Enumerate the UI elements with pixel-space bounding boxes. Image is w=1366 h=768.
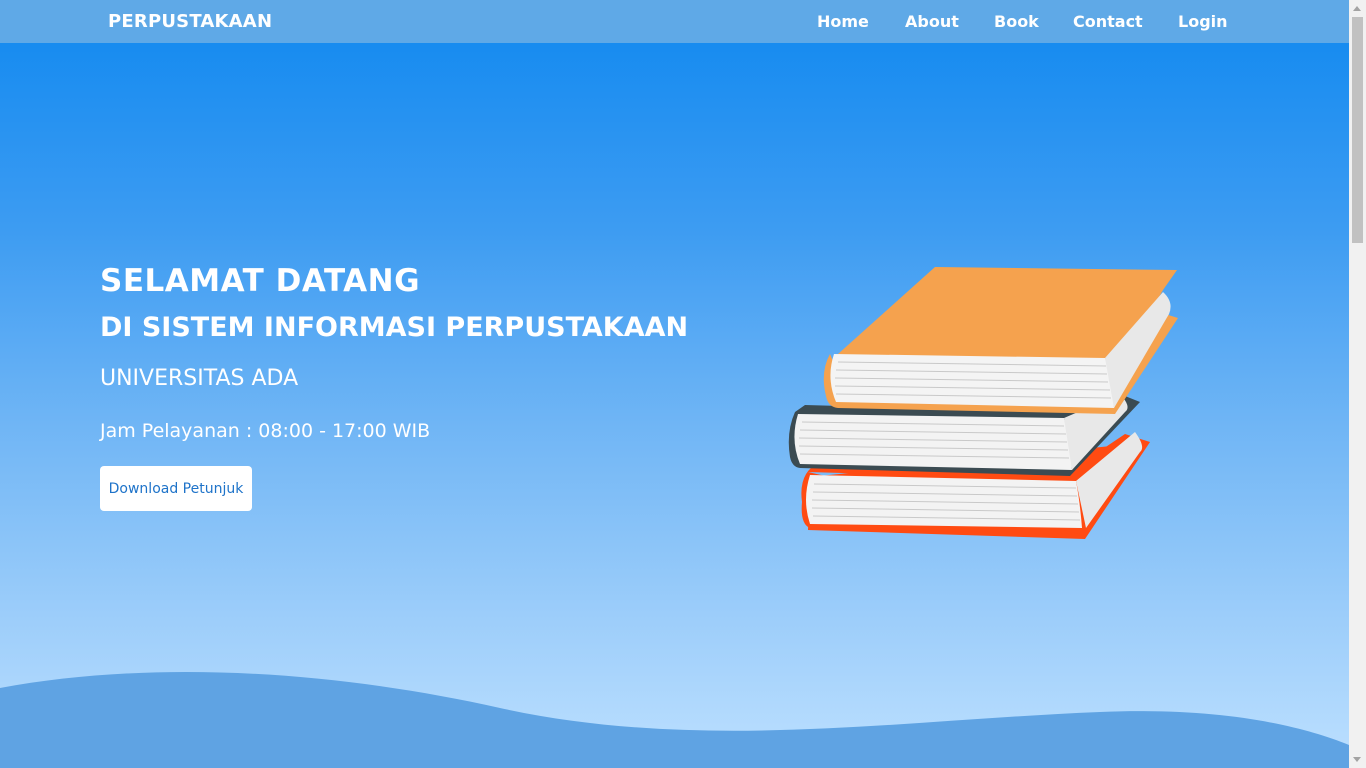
nav-link-home[interactable]: Home — [817, 12, 869, 31]
stack-of-books-icon — [788, 267, 1178, 539]
nav-link-login[interactable]: Login — [1178, 12, 1228, 31]
service-hours: Jam Pelayanan : 08:00 - 17:00 WIB — [100, 420, 431, 442]
scroll-up-arrow-icon[interactable] — [1353, 6, 1361, 11]
vertical-scrollbar[interactable] — [1349, 0, 1366, 768]
navbar: PERPUSTAKAAN Home About Book Contact Log… — [0, 0, 1349, 43]
scroll-down-arrow-icon[interactable] — [1353, 757, 1361, 762]
hero-title: SELAMAT DATANG — [100, 263, 421, 299]
bottom-wave-decoration — [0, 671, 1349, 768]
nav-link-about[interactable]: About — [905, 12, 959, 31]
nav-link-book[interactable]: Book — [994, 12, 1039, 31]
download-guide-button[interactable]: Download Petunjuk — [100, 466, 252, 511]
nav-links: Home About Book Contact Login — [0, 12, 1349, 34]
book-top-icon — [823, 267, 1178, 414]
hero-subtitle: DI SISTEM INFORMASI PERPUSTAKAAN — [100, 312, 689, 343]
university-name: UNIVERSITAS ADA — [100, 366, 299, 391]
scrollbar-thumb[interactable] — [1352, 17, 1363, 243]
nav-link-contact[interactable]: Contact — [1073, 12, 1143, 31]
page-viewport: PERPUSTAKAAN Home About Book Contact Log… — [0, 0, 1349, 768]
